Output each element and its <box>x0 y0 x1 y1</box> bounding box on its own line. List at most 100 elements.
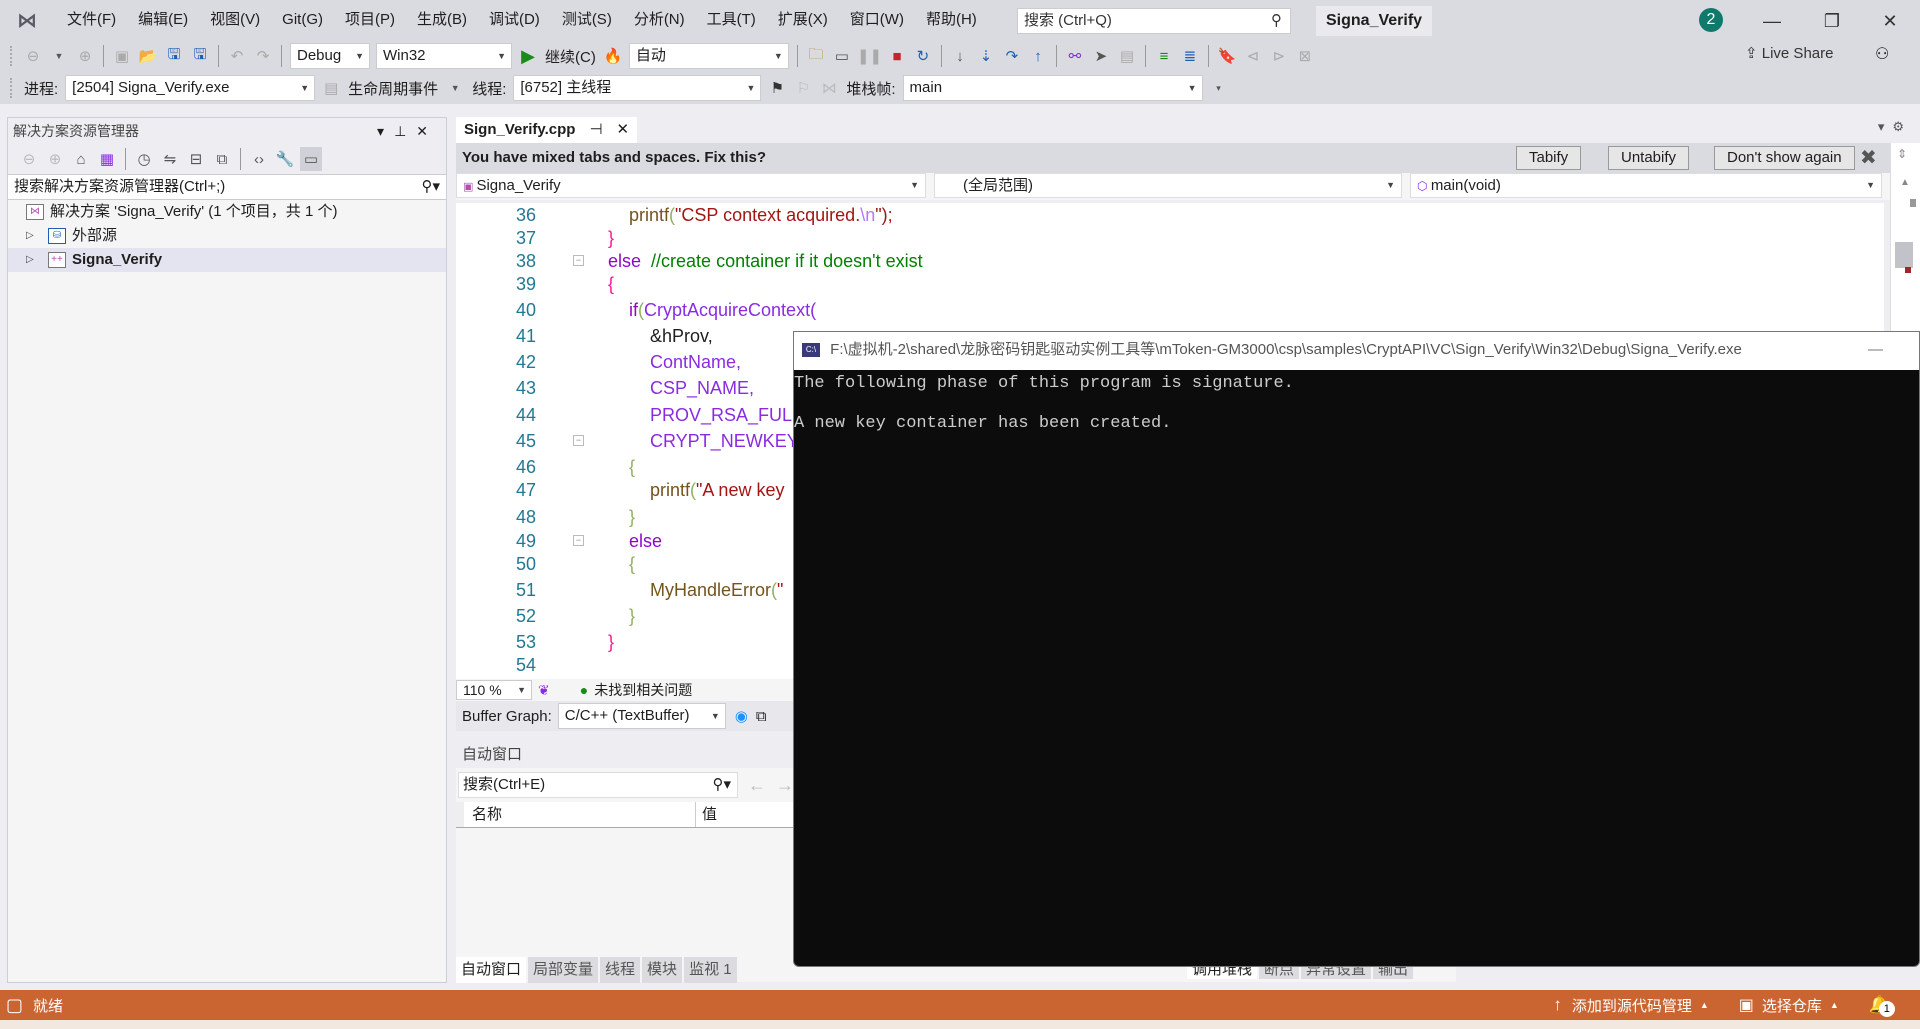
clear-bookmarks-icon[interactable]: ⊠ <box>1294 44 1316 68</box>
bookmark-icon[interactable]: 🔖 <box>1216 44 1238 68</box>
show-flagged-icon[interactable]: ⋈ <box>818 76 840 100</box>
menu-extensions[interactable]: 扩展(X) <box>767 6 839 34</box>
menu-test[interactable]: 测试(S) <box>551 6 623 34</box>
open-folder-icon[interactable]: 📂 <box>137 44 159 68</box>
zoom-level-select[interactable]: 110 % ▼ <box>456 680 532 700</box>
platform-select[interactable]: Win32 ▼ <box>376 43 512 69</box>
menu-file[interactable]: 文件(F) <box>56 6 127 34</box>
flag-thread-icon[interactable]: ⚑ <box>766 76 788 100</box>
account-badge[interactable]: 2 <box>1699 8 1723 32</box>
toolbar-grip[interactable] <box>10 46 14 66</box>
member-nav-select[interactable]: ⬡ main(void) ▼ <box>1410 173 1882 198</box>
redo-icon[interactable]: ↷ <box>252 44 274 68</box>
output-window-icon[interactable]: ▢ <box>6 995 23 1016</box>
stop-icon[interactable]: ■ <box>886 44 908 68</box>
collapse-all-icon[interactable]: ⊟ <box>185 147 207 171</box>
caret-up-icon[interactable]: ▲ <box>1700 1000 1709 1010</box>
fold-toggle-icon[interactable]: − <box>573 535 584 546</box>
tab-autos[interactable]: 自动窗口 <box>456 957 527 983</box>
back-icon[interactable]: ⊖ <box>22 44 44 68</box>
debug-threads-icon[interactable]: ⚯ <box>1064 44 1086 68</box>
step-into-icon[interactable]: ⇣ <box>975 44 997 68</box>
disassembly-icon[interactable]: ▤ <box>1116 44 1138 68</box>
forward-icon[interactable]: ⊕ <box>74 44 96 68</box>
fold-toggle-icon[interactable]: − <box>573 255 584 266</box>
notifications-bell-icon[interactable]: 🔔1 <box>1869 995 1895 1017</box>
preview-selected-icon[interactable]: ▭ <box>300 147 322 171</box>
dont-show-again-button[interactable]: Don't show again <box>1714 146 1855 170</box>
preview-icon[interactable]: ‹› <box>248 147 270 171</box>
menu-view[interactable]: 视图(V) <box>199 6 271 34</box>
search-forward-icon[interactable]: → <box>776 775 794 796</box>
tab-watch-1[interactable]: 监视 1 <box>684 957 737 983</box>
next-bookmark-icon[interactable]: ⊳ <box>1268 44 1290 68</box>
expand-arrow-icon[interactable]: ▷ <box>26 224 40 248</box>
buffer-graph-select[interactable]: C/C++ (TextBuffer) ▼ <box>557 703 726 729</box>
issues-status[interactable]: 未找到相关问题 <box>594 680 692 700</box>
global-search-input[interactable]: 搜索 (Ctrl+Q) ⚲ <box>1017 8 1291 34</box>
undo-icon[interactable]: ↶ <box>226 44 248 68</box>
select-repository-button[interactable]: 选择仓库 <box>1762 995 1822 1016</box>
menu-project[interactable]: 项目(P) <box>334 6 406 34</box>
menu-debug[interactable]: 调试(D) <box>478 6 551 34</box>
pending-changes-filter-icon[interactable]: ◷ <box>133 147 155 171</box>
code-line[interactable]: 39 { <box>456 272 1884 296</box>
process-select[interactable]: [2504] Signa_Verify.exe ▼ <box>65 75 316 101</box>
new-project-icon[interactable]: ▣ <box>111 44 133 68</box>
auto-select[interactable]: 自动 ▼ <box>628 43 789 69</box>
pin-tab-icon[interactable]: ⊣ <box>589 117 602 143</box>
caret-up-icon[interactable]: ▲ <box>1830 1000 1839 1010</box>
stackframe-select[interactable]: main ▼ <box>902 75 1203 101</box>
console-window[interactable]: C:\ F:\虚拟机-2\shared\龙脉密码钥匙驱动实例工具等\mToken… <box>793 331 1920 967</box>
tab-threads[interactable]: 线程 <box>600 957 641 983</box>
close-window-button[interactable]: ✕ <box>1870 6 1910 36</box>
uncomment-icon[interactable]: ≣ <box>1179 44 1201 68</box>
fold-toggle-icon[interactable]: − <box>573 435 584 446</box>
solution-explorer-search-input[interactable]: 搜索解决方案资源管理器(Ctrl+;) ⚲▾ <box>8 174 446 200</box>
tab-list-dropdown-icon[interactable]: ▾ <box>1878 119 1893 134</box>
split-editor-icon[interactable]: ⇕ <box>1897 147 1907 161</box>
tab-modules[interactable]: 模块 <box>642 957 683 983</box>
search-back-icon[interactable]: ← <box>748 775 766 796</box>
restart-icon[interactable]: ↻ <box>912 44 934 68</box>
configuration-select[interactable]: Debug ▼ <box>290 43 370 69</box>
tabify-button[interactable]: Tabify <box>1516 146 1582 170</box>
lifecycle-events-button[interactable]: 生命周期事件 <box>348 78 438 99</box>
close-infobar-icon[interactable]: ✖ <box>1860 143 1877 173</box>
switch-views-icon[interactable]: ▦ <box>96 147 118 171</box>
tab-locals[interactable]: 局部变量 <box>528 957 599 983</box>
toolbar-grip[interactable] <box>10 78 14 98</box>
hot-reload-icon[interactable]: 🔥 <box>602 44 624 68</box>
code-line[interactable]: 38 − else //create container if it doesn't… <box>456 249 1884 273</box>
pause-icon[interactable]: ❚❚ <box>857 44 882 68</box>
scope-nav-select[interactable]: (全局范围) ▼ <box>934 173 1402 198</box>
menu-help[interactable]: 帮助(H) <box>915 6 988 34</box>
tree-item-external-sources[interactable]: ▷ ⛁ 外部源 <box>8 224 446 248</box>
live-share-button[interactable]: ⇪ Live Share <box>1745 44 1833 62</box>
layout-icon[interactable]: ⧉ <box>756 708 767 725</box>
tab-sign-verify-cpp[interactable]: Sign_Verify.cpp ⊣ ✕ <box>456 117 638 143</box>
minimize-button[interactable]: — <box>1752 6 1792 36</box>
menu-window[interactable]: 窗口(W) <box>839 6 915 34</box>
code-line[interactable]: 40 if(CryptAcquireContext( <box>456 298 1884 322</box>
menu-tools[interactable]: 工具(T) <box>696 6 767 34</box>
pin-icon[interactable]: ⊥ <box>394 123 416 139</box>
window-layout-icon[interactable]: ▭ <box>831 44 853 68</box>
column-value[interactable]: 值 <box>696 802 717 827</box>
column-name[interactable]: 名称 <box>456 802 696 827</box>
home-icon[interactable]: ⌂ <box>70 147 92 171</box>
close-tab-icon[interactable]: ✕ <box>617 117 630 143</box>
menu-analyze[interactable]: 分析(N) <box>623 6 696 34</box>
settings-gear-icon[interactable]: ⚙ <box>1892 119 1912 134</box>
scrollbar-thumb[interactable] <box>1895 242 1913 268</box>
sync-icon[interactable]: ⇋ <box>159 147 181 171</box>
expand-arrow-icon[interactable]: ▷ <box>26 248 40 272</box>
feedback-icon[interactable]: ⚇ <box>1875 44 1889 64</box>
code-line[interactable]: 37} <box>456 226 1884 250</box>
flag-all-threads-icon[interactable]: ⚐ <box>792 76 814 100</box>
intellicode-icon[interactable]: ❦ <box>538 682 550 699</box>
comment-icon[interactable]: ≡ <box>1153 44 1175 68</box>
show-next-statement-icon[interactable]: ↓ <box>949 44 971 68</box>
properties-icon[interactable]: 🔧 <box>274 147 296 171</box>
menu-git[interactable]: Git(G) <box>271 6 334 34</box>
